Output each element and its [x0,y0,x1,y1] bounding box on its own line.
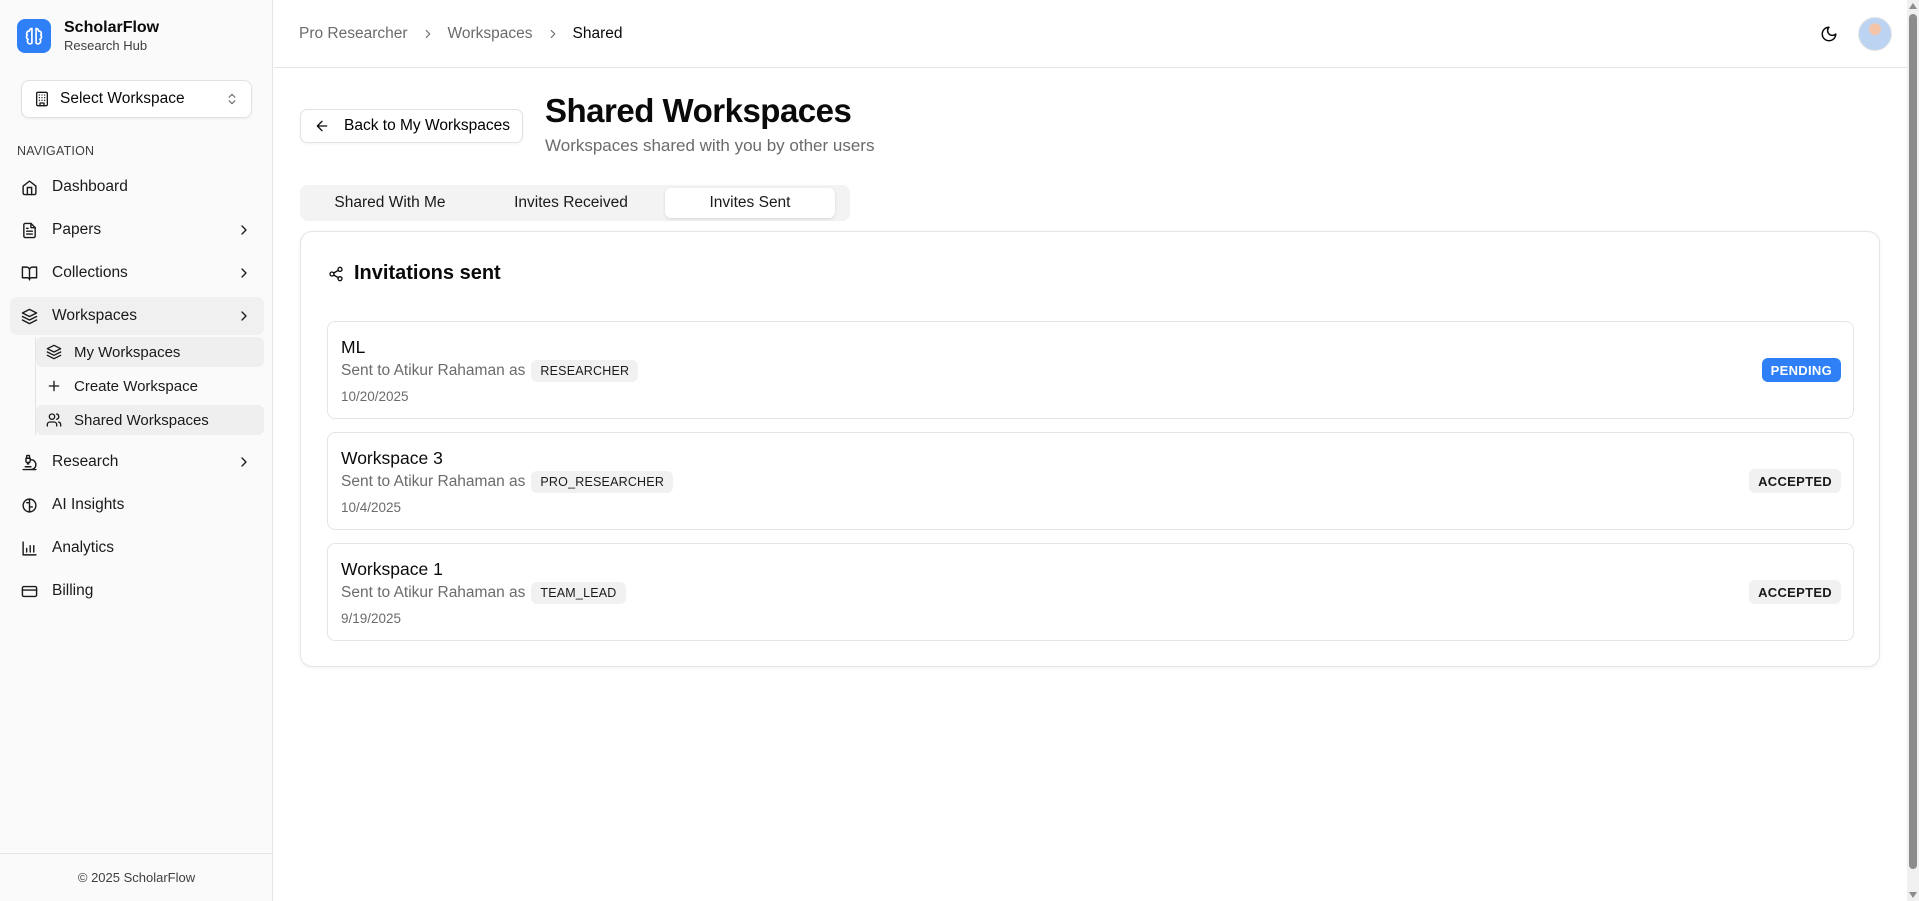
invite-workspace-name: ML [341,337,366,357]
back-button-label: Back to My Workspaces [344,117,510,134]
nav-item-ai-insights[interactable]: AI Insights [10,486,264,524]
role-tag: RESEARCHER [531,360,639,382]
chevron-right-icon [236,308,252,324]
nav-item-label: Workspaces [52,307,137,324]
nav: Dashboard Papers Collections Workspaces … [10,168,264,615]
nav-item-label: Billing [52,582,94,599]
sidebar-footer: © 2025 ScholarFlow [0,853,273,901]
sub-item-shared-workspaces[interactable]: Shared Workspaces [36,405,264,435]
invite-date: 10/20/2025 [341,389,409,404]
invitations-card: Invitations sent ML Sent to Atikur Raham… [300,231,1880,667]
invite-meta: Sent to Atikur Rahaman as PRO_RESEARCHER [341,471,674,493]
home-icon [21,179,38,196]
sub-item-label: Create Workspace [74,377,198,395]
nav-item-billing[interactable]: Billing [10,572,264,610]
nav-item-label: Collections [52,264,128,281]
status-badge: PENDING [1761,358,1841,382]
sub-item-label: My Workspaces [74,343,181,361]
workspace-select-label: Select Workspace [60,90,185,107]
breadcrumb-shared: Shared [572,24,623,42]
microscope-icon [21,454,38,471]
scrollbar-thumb[interactable] [1909,14,1917,869]
nav-item-label: Research [52,453,119,470]
users-icon [46,412,62,428]
nav-item-papers[interactable]: Papers [10,211,264,249]
sub-item-my-workspaces[interactable]: My Workspaces [36,337,264,367]
sub-item-create-workspace[interactable]: Create Workspace [36,371,264,401]
brand[interactable]: ScholarFlow Research Hub [17,18,159,54]
nav-item-label: Analytics [52,539,115,556]
page-title: Shared Workspaces [545,92,852,129]
card-title: Invitations sent [328,262,501,285]
plus-icon [46,378,62,394]
status-badge: ACCEPTED [1749,469,1841,493]
card-title-text: Invitations sent [354,262,501,284]
status-badge: ACCEPTED [1749,580,1841,604]
nav-item-research[interactable]: Research [10,443,264,481]
invite-meta: Sent to Atikur Rahaman as TEAM_LEAD [341,582,626,604]
sidebar: ScholarFlow Research Hub Select Workspac… [0,0,273,901]
nav-item-workspaces[interactable]: Workspaces [10,297,264,335]
chevron-right-icon [236,265,252,281]
scrollbar[interactable] [1907,0,1919,901]
chevron-right-icon [236,222,252,238]
arrow-left-icon [314,118,330,134]
tab-invites-received[interactable]: Invites Received [477,188,665,218]
moon-icon[interactable] [1820,25,1838,43]
nav-item-label: Dashboard [52,178,128,195]
invite-workspace-name: Workspace 3 [341,448,443,468]
role-tag: PRO_RESEARCHER [531,471,674,493]
chevrons-up-down-icon [225,92,239,106]
nav-item-collections[interactable]: Collections [10,254,264,292]
scroll-down-arrow-icon[interactable] [1909,892,1917,898]
invite-meta: Sent to Atikur Rahaman as RESEARCHER [341,360,639,382]
tab-invites-sent[interactable]: Invites Sent [665,188,835,218]
role-tag: TEAM_LEAD [531,582,626,604]
nav-item-label: AI Insights [52,496,125,513]
layers-icon [21,308,38,325]
chevron-right-icon [421,27,435,41]
workspaces-subnav: My Workspaces Create Workspace Shared Wo… [35,337,264,435]
header-actions [1820,17,1892,51]
building-icon [34,91,50,107]
nav-item-analytics[interactable]: Analytics [10,529,264,567]
top-header: Pro Researcher Workspaces Shared [274,0,1907,68]
credit-card-icon [21,583,38,600]
breadcrumb-workspaces[interactable]: Workspaces [448,25,533,43]
breadcrumb-pro-researcher[interactable]: Pro Researcher [299,25,408,43]
invite-item[interactable]: Workspace 1 Sent to Atikur Rahaman as TE… [327,543,1854,641]
brain-icon [17,19,51,53]
invite-sent-to: Sent to Atikur Rahaman as [341,362,526,379]
share-icon [328,266,344,282]
sub-item-label: Shared Workspaces [74,411,209,429]
workspace-select[interactable]: Select Workspace [21,80,252,118]
invite-item[interactable]: ML Sent to Atikur Rahaman as RESEARCHER … [327,321,1854,419]
tab-shared-with-me[interactable]: Shared With Me [303,188,477,218]
brain-icon [21,497,38,514]
invite-item[interactable]: Workspace 3 Sent to Atikur Rahaman as PR… [327,432,1854,530]
invite-workspace-name: Workspace 1 [341,559,443,579]
nav-item-dashboard[interactable]: Dashboard [10,168,264,206]
chevron-right-icon [236,454,252,470]
invite-date: 10/4/2025 [341,500,402,515]
avatar[interactable] [1858,17,1892,51]
nav-item-label: Papers [52,221,102,238]
brand-subtitle: Research Hub [64,38,148,53]
bar-chart-icon [21,540,38,557]
invite-date: 9/19/2025 [341,611,402,626]
layers-icon [46,344,62,360]
nav-heading: NAVIGATION [17,144,95,158]
tabs: Shared With Me Invites Received Invites … [300,185,850,221]
back-to-my-workspaces-button[interactable]: Back to My Workspaces [300,109,523,143]
file-text-icon [21,222,38,239]
invite-sent-to: Sent to Atikur Rahaman as [341,473,526,490]
scroll-up-arrow-icon[interactable] [1909,3,1917,9]
book-open-icon [21,265,38,282]
invite-sent-to: Sent to Atikur Rahaman as [341,584,526,601]
brand-name: ScholarFlow [64,19,160,36]
page-subtitle: Workspaces shared with you by other user… [545,136,875,155]
chevron-right-icon [546,27,560,41]
